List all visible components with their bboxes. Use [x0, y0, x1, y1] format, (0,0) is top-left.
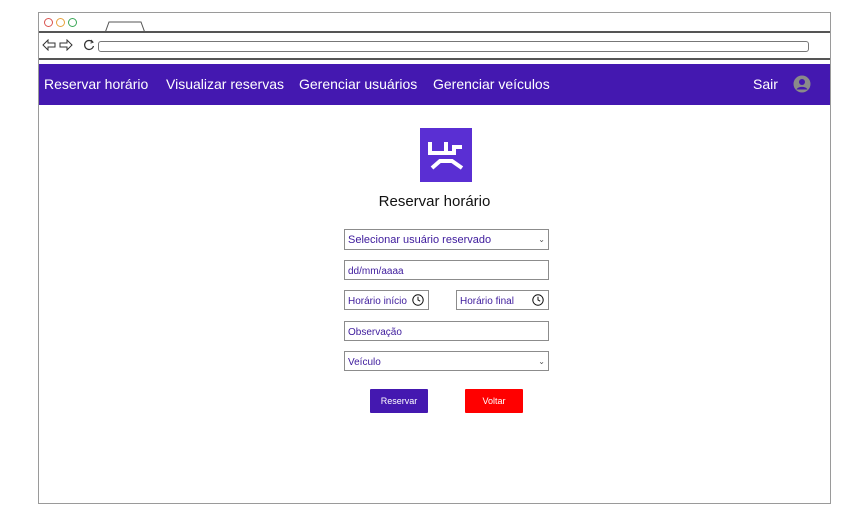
close-window-icon[interactable] — [44, 18, 53, 27]
vehicle-select[interactable]: Veículo ⌄ — [344, 351, 549, 371]
chevron-down-icon: ⌄ — [538, 357, 545, 366]
browser-address-bar — [39, 33, 830, 60]
vehicle-select-value: Veículo — [348, 357, 381, 368]
start-time-placeholder: Horário início — [348, 296, 407, 307]
end-time-placeholder: Horário final — [460, 296, 514, 307]
nav-gerenciar-usuarios[interactable]: Gerenciar usuários — [299, 76, 417, 93]
reserve-button[interactable]: Reservar — [370, 389, 428, 413]
user-avatar-icon[interactable] — [793, 75, 811, 93]
clock-icon[interactable] — [412, 294, 424, 306]
nav-gerenciar-veiculos[interactable]: Gerenciar veículos — [433, 76, 550, 93]
observation-placeholder: Observação — [348, 327, 402, 338]
logout-link[interactable]: Sair — [753, 76, 778, 93]
maximize-window-icon[interactable] — [68, 18, 77, 27]
user-select[interactable]: Selecionar usuário reservado ⌄ — [344, 229, 549, 250]
nav-visualizar-reservas[interactable]: Visualizar reservas — [166, 76, 284, 93]
forward-arrow-icon[interactable] — [59, 39, 73, 51]
observation-input[interactable]: Observação — [344, 321, 549, 341]
top-navbar: Reservar horário Visualizar reservas Ger… — [39, 64, 830, 105]
end-time-input[interactable]: Horário final — [456, 290, 549, 310]
main-content: Reservar horário Selecionar usuário rese… — [39, 105, 830, 503]
back-button[interactable]: Voltar — [465, 389, 523, 413]
date-placeholder: dd/mm/aaaa — [348, 266, 404, 277]
clock-icon[interactable] — [532, 294, 544, 306]
user-select-value: Selecionar usuário reservado — [348, 234, 492, 246]
start-time-input[interactable]: Horário início — [344, 290, 429, 310]
url-input[interactable] — [98, 41, 809, 52]
browser-window: Reservar horário Visualizar reservas Ger… — [38, 12, 831, 504]
chevron-down-icon: ⌄ — [538, 235, 545, 244]
brand-logo-icon — [420, 128, 472, 182]
date-input[interactable]: dd/mm/aaaa — [344, 260, 549, 280]
refresh-icon[interactable] — [83, 39, 95, 51]
browser-titlebar — [39, 13, 830, 33]
minimize-window-icon[interactable] — [56, 18, 65, 27]
nav-reservar-horario[interactable]: Reservar horário — [44, 76, 148, 93]
page-title: Reservar horário — [378, 193, 491, 210]
browser-tab[interactable] — [105, 21, 145, 33]
back-arrow-icon[interactable] — [42, 39, 56, 51]
